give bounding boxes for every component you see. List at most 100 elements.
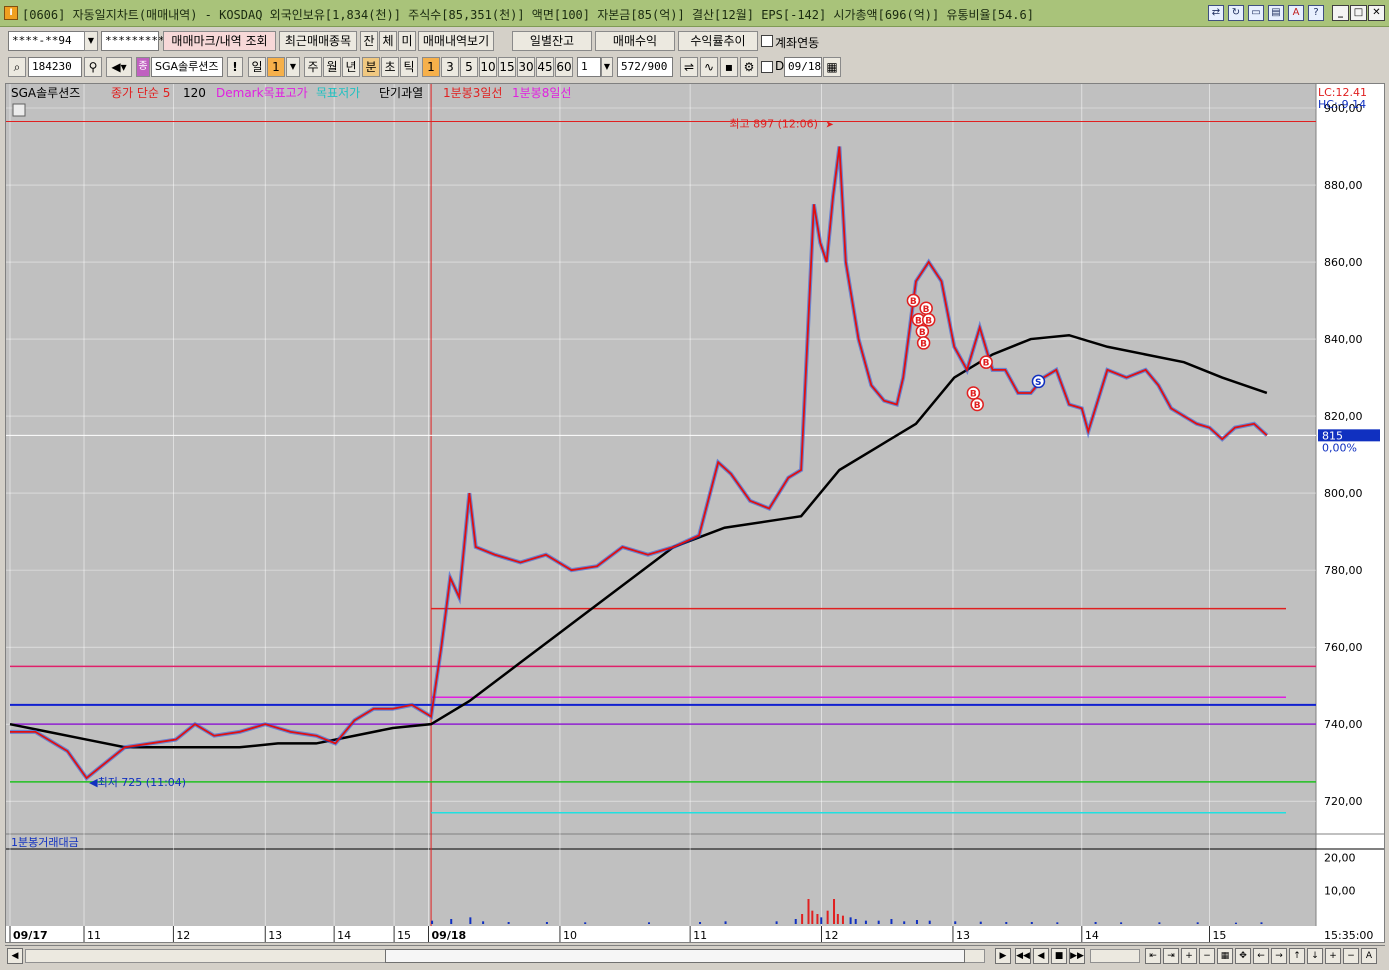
period-second-button[interactable]: 초 xyxy=(381,57,399,77)
volume-bar xyxy=(833,899,836,924)
period-value-select[interactable]: 1 xyxy=(267,57,285,77)
volume-bar xyxy=(482,921,485,924)
chevron-down-icon[interactable]: ▼ xyxy=(286,57,300,77)
x-tick-label: 11 xyxy=(87,929,101,942)
recent-trades-button[interactable]: 최근매매종목 xyxy=(279,31,357,51)
stop-icon[interactable]: ■ xyxy=(1051,948,1067,964)
count-field[interactable]: 572/900 xyxy=(617,57,673,77)
price-chart[interactable]: 900,00880,00860,00840,00820,00800,00780,… xyxy=(6,84,1384,942)
period-minute-button[interactable]: 분 xyxy=(362,57,380,77)
refresh-icon[interactable]: ↻ xyxy=(1228,5,1244,21)
text-icon[interactable]: A xyxy=(1361,948,1377,964)
search-icon[interactable]: ⌕ xyxy=(8,57,26,77)
interval-10-button[interactable]: 10 xyxy=(479,57,497,77)
minus-icon[interactable]: − xyxy=(1343,948,1359,964)
y-tick-label: 840,00 xyxy=(1324,333,1363,346)
volume-bar xyxy=(1005,922,1008,924)
chevron-down-icon[interactable]: ▼ xyxy=(84,31,98,51)
buy-marker-label: B xyxy=(974,401,981,411)
hc-label: HC:-9.14 xyxy=(1318,98,1366,111)
volume-bar xyxy=(836,914,839,924)
volume-y-tick: 10,00 xyxy=(1324,885,1356,898)
link-icon[interactable]: ⇄ xyxy=(1208,5,1224,21)
close-icon[interactable]: ✕ xyxy=(1368,5,1385,21)
zoom-in-icon[interactable]: + xyxy=(1181,948,1197,964)
arrow-up-icon[interactable]: ↑ xyxy=(1289,948,1305,964)
forward-icon[interactable]: ▶▶ xyxy=(1069,948,1085,964)
volume-bar xyxy=(450,919,453,924)
horizontal-scrollbar[interactable]: ◀ ▶ ◀◀ ◀ ■ ▶▶ ⇤ ⇥ + − ▦ ✥ ← → ↑ ↓ + − A xyxy=(5,945,1385,965)
move-icon[interactable]: ✥ xyxy=(1235,948,1251,964)
grid-icon[interactable]: ▦ xyxy=(1217,948,1233,964)
volume-bar xyxy=(431,920,434,924)
help-icon[interactable]: ? xyxy=(1308,5,1324,21)
x-tick-label: 13 xyxy=(956,929,970,942)
table-icon xyxy=(12,103,26,117)
collapse-icon[interactable]: ⇥ xyxy=(1163,948,1179,964)
volume-y-tick: 20,00 xyxy=(1324,851,1356,864)
volume-bar xyxy=(816,914,819,924)
account-link-checkbox[interactable] xyxy=(761,35,773,47)
expand-icon[interactable]: ⇤ xyxy=(1145,948,1161,964)
stock-code-input[interactable]: 184230 xyxy=(28,57,82,77)
scroll-icon[interactable]: ⇌ xyxy=(680,57,698,77)
speaker-icon[interactable]: ◀▾ xyxy=(106,57,132,77)
markers-query-button[interactable]: 매매마크/내역 조회 xyxy=(163,31,276,51)
scroll-left-icon[interactable]: ◀ xyxy=(7,948,23,964)
d-checkbox[interactable] xyxy=(761,61,773,73)
unit-input[interactable]: 1 xyxy=(577,57,601,77)
date-input[interactable]: 09/18 xyxy=(784,57,822,77)
volume-bar xyxy=(1260,922,1263,924)
arrow-right-icon[interactable]: → xyxy=(1271,948,1287,964)
interval-45-button[interactable]: 45 xyxy=(536,57,554,77)
trade-history-button[interactable]: 매매내역보기 xyxy=(418,31,494,51)
plus-icon[interactable]: + xyxy=(1325,948,1341,964)
gear-icon[interactable]: ⚙ xyxy=(740,57,758,77)
play-back-icon[interactable]: ◀ xyxy=(1033,948,1049,964)
font-icon[interactable]: A xyxy=(1288,5,1304,21)
period-year-button[interactable]: 년 xyxy=(342,57,360,77)
arrow-left-icon[interactable]: ← xyxy=(1253,948,1269,964)
screen-icon[interactable]: ▭ xyxy=(1248,5,1264,21)
alert-button[interactable]: ! xyxy=(227,57,243,77)
period-week-button[interactable]: 주 xyxy=(304,57,322,77)
jan-button[interactable]: 잔 xyxy=(360,31,378,51)
scroll-right-icon[interactable]: ▶ xyxy=(995,948,1011,964)
interval-3-button[interactable]: 3 xyxy=(441,57,459,77)
print-icon[interactable]: ▤ xyxy=(1268,5,1284,21)
magnifier-icon[interactable]: ⚲ xyxy=(84,57,102,77)
period-tick-button[interactable]: 틱 xyxy=(400,57,418,77)
minimize-icon[interactable]: _ xyxy=(1332,5,1349,21)
trade-profit-button[interactable]: 매매수익 xyxy=(595,31,675,51)
return-trend-button[interactable]: 수익률추이 xyxy=(678,31,758,51)
arrow-down-icon[interactable]: ↓ xyxy=(1307,948,1323,964)
password-field[interactable]: ********* xyxy=(101,31,165,51)
volume-bar xyxy=(1056,922,1059,924)
volume-bar xyxy=(699,922,702,924)
save-icon[interactable]: ▪ xyxy=(720,57,738,77)
interval-5-button[interactable]: 5 xyxy=(460,57,478,77)
x-tick-label: 13 xyxy=(268,929,282,942)
high-arrow: ➤ xyxy=(825,120,833,131)
period-day-button[interactable]: 일 xyxy=(248,57,266,77)
line-tool-icon[interactable]: ∿ xyxy=(700,57,718,77)
current-change-label: 0,00% xyxy=(1322,441,1357,454)
zoom-track[interactable] xyxy=(1090,949,1140,963)
maximize-icon[interactable]: □ xyxy=(1350,5,1367,21)
interval-60-button[interactable]: 60 xyxy=(555,57,573,77)
period-month-button[interactable]: 월 xyxy=(323,57,341,77)
che-button[interactable]: 체 xyxy=(379,31,397,51)
interval-30-button[interactable]: 30 xyxy=(517,57,535,77)
interval-1-button[interactable]: 1 xyxy=(422,57,440,77)
zoom-out-icon[interactable]: − xyxy=(1199,948,1215,964)
calendar-icon[interactable]: ▦ xyxy=(823,57,841,77)
mi-button[interactable]: 미 xyxy=(398,31,416,51)
scroll-thumb[interactable] xyxy=(385,949,965,963)
legend-item: 목표저가 xyxy=(316,86,360,100)
chevron-down-icon[interactable]: ▼ xyxy=(601,57,613,77)
interval-15-button[interactable]: 15 xyxy=(498,57,516,77)
rewind-icon[interactable]: ◀◀ xyxy=(1015,948,1031,964)
daily-balance-button[interactable]: 일별잔고 xyxy=(512,31,592,51)
volume-label: 1분봉거래대금 xyxy=(11,836,79,849)
chart-panel[interactable]: 900,00 880,00 860,00 840,00 820,00 800,00 780,… xyxy=(5,83,1385,943)
